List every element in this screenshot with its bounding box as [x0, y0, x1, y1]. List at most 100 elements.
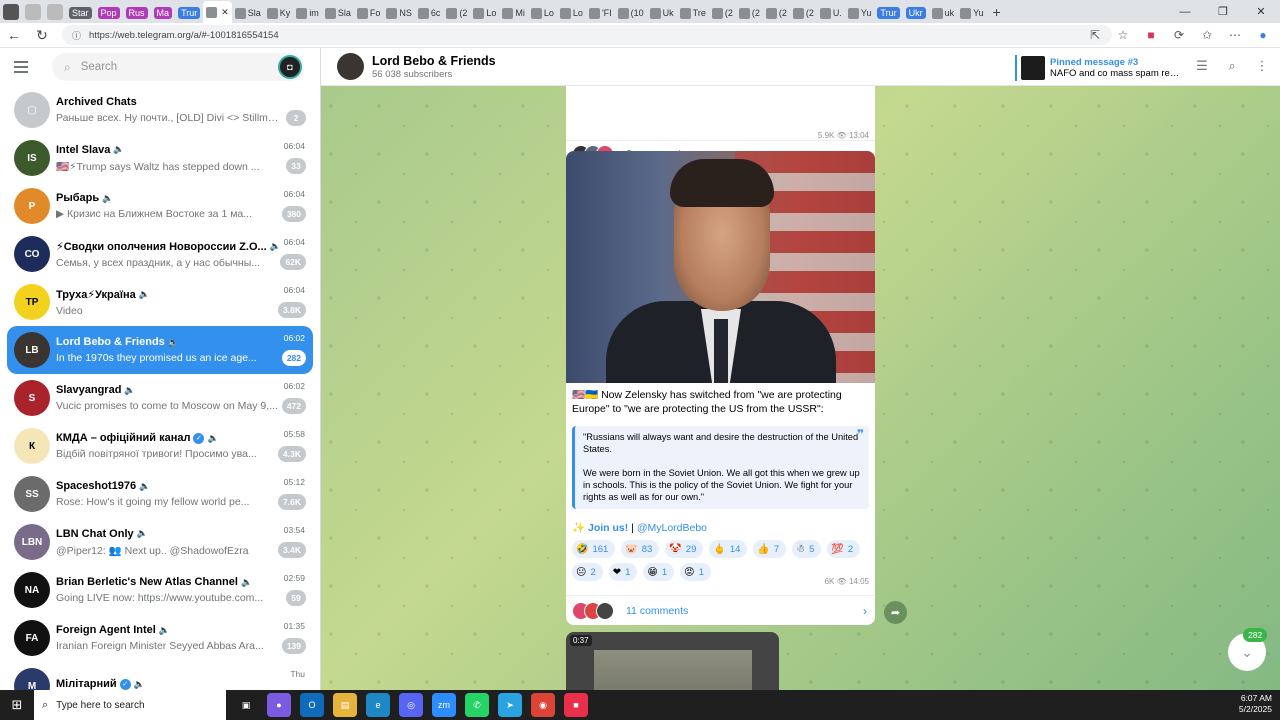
chat-list-item[interactable]: К КМДА – офіційний канал ✓ 🔈 Відбій повітрян… [7, 422, 313, 470]
app-icon[interactable]: ■ [564, 693, 588, 717]
browser-tab[interactable]: Sla [232, 3, 264, 23]
browser-tab[interactable]: Pop [95, 3, 123, 23]
telegram-icon[interactable]: ➤ [498, 693, 522, 717]
menu-icon[interactable] [14, 57, 36, 77]
close-tab-icon[interactable]: ✕ [221, 7, 229, 18]
browser-tab[interactable]: Fo [354, 3, 384, 23]
url-field[interactable]: ⓘ https://web.telegram.org/a/#-100181655… [62, 25, 1112, 45]
reaction-chip[interactable]: 👍 7 [753, 540, 787, 558]
chat-list-item[interactable]: SS Spaceshot1976 🔈 Rose: How's it going my … [7, 470, 313, 518]
chat-list-item[interactable]: NA Brian Berletic's New Atlas Channel 🔈 Goi… [7, 566, 313, 614]
chat-list-item[interactable]: ТР Труха⚡Україна 🔈 Video 06:04 3.8K [7, 278, 313, 326]
browser-tab[interactable]: (2 [736, 3, 763, 23]
site-info-icon[interactable]: ⓘ [72, 29, 81, 42]
copilot-app-icon[interactable]: ● [267, 693, 291, 717]
browser-tab[interactable]: ✕ [203, 1, 232, 23]
browser-tab[interactable]: (2 [763, 3, 790, 23]
browser-tab[interactable]: im [293, 3, 322, 23]
file-explorer-icon[interactable]: ▤ [333, 693, 357, 717]
reaction-chip[interactable]: 💯 2 [827, 540, 861, 558]
chat-list-item[interactable]: LB Lord Bebo & Friends 🔈 In the 1970s they … [7, 326, 313, 374]
browser-tab[interactable]: 6c [415, 3, 444, 23]
back-icon[interactable]: ← [0, 23, 28, 47]
channel-avatar[interactable] [337, 53, 364, 80]
reload-icon[interactable]: ↻ [28, 23, 56, 47]
browser-tab[interactable]: Lo [528, 3, 557, 23]
outlook-icon[interactable]: O [300, 693, 324, 717]
browser-tab[interactable]: Ky [264, 3, 294, 23]
browser-tab[interactable]: Uk [647, 3, 677, 23]
chat-list-item[interactable]: ▢ Archived Chats Раньше всех. Ну почти., [… [7, 86, 313, 134]
windows-start-icon[interactable]: ⊞ [0, 690, 34, 720]
more-icon[interactable]: ⋯ [1226, 26, 1244, 44]
reaction-chip[interactable]: 🤣 161 [572, 540, 616, 558]
post-photo[interactable] [566, 151, 875, 383]
reaction-chip[interactable]: 😡 1 [680, 563, 711, 581]
chat-list-item[interactable]: Р Рыбарь 🔈 ▶ Кризис на Ближнем Востоке за 1… [7, 182, 313, 230]
open-in-app-icon[interactable]: ⇱ [1086, 26, 1104, 44]
browser-tab[interactable]: Sla [322, 3, 354, 23]
chat-list-item[interactable]: LBN LBN Chat Only 🔈 @Piper12: 👥 Next up.. @… [7, 518, 313, 566]
favorites-icon[interactable]: ✩ [1198, 26, 1216, 44]
browser-tab[interactable]: Ukr [903, 3, 929, 23]
pinned-message-bar[interactable]: Pinned message #3 NAFO and co mass spam … [1015, 55, 1180, 81]
browser-tab[interactable]: (10 [615, 3, 647, 23]
video-post[interactable]: 0:37 [566, 632, 779, 690]
browser-tab[interactable]: NS [383, 3, 415, 23]
pinned-list-icon[interactable]: ☰ [1194, 57, 1210, 75]
handle-link[interactable]: @MyLordBebo [637, 522, 707, 534]
story-avatar-icon[interactable]: ◘ [278, 55, 302, 79]
whatsapp-icon[interactable]: ✆ [465, 693, 489, 717]
chat-list-item[interactable]: S Slavyangrad 🔈 Vucic promises to come to M… [7, 374, 313, 422]
reaction-chip[interactable]: ☃ 5 [792, 540, 822, 558]
discord-icon[interactable]: ◎ [399, 693, 423, 717]
search-input[interactable]: ⌕ Search ◘ [52, 53, 304, 81]
new-tab-button[interactable]: + [987, 4, 1007, 20]
reaction-chip[interactable]: 😐 2 [572, 563, 603, 581]
browser-tab[interactable]: Trur [175, 3, 203, 23]
minimize-icon[interactable]: — [1166, 0, 1204, 23]
browser-tab[interactable]: Lo [557, 3, 586, 23]
task-view-icon[interactable]: ▣ [234, 693, 258, 717]
browser-tab[interactable]: Tre [677, 3, 709, 23]
chrome-icon[interactable]: ◉ [531, 693, 555, 717]
browser-tab[interactable]: (2 [709, 3, 736, 23]
browser-tab[interactable]: Yu [845, 3, 875, 23]
browser-tab[interactable]: 'FI [586, 3, 615, 23]
comments-link[interactable]: 11 comments › [566, 595, 875, 625]
chat-list-item[interactable]: М Мілітарний ✓ 🔈 Thu [7, 662, 313, 690]
browser-tab[interactable]: (2 [790, 3, 817, 23]
workspaces-icon[interactable] [25, 3, 41, 20]
reaction-chip[interactable]: 🐷 83 [621, 540, 660, 558]
reaction-chip[interactable]: ❤ 1 [608, 563, 638, 581]
browser-tab[interactable]: Star [66, 3, 95, 23]
chat-list-item[interactable]: СО ⚡Сводки ополчения Новороссии Z.O... 🔈 Се… [7, 230, 313, 278]
join-link[interactable]: Join us! [588, 522, 628, 534]
extension-icon[interactable]: ■ [1142, 26, 1160, 44]
browser-tab[interactable]: (2 [443, 3, 470, 23]
browser-tab[interactable]: Yu [957, 3, 987, 23]
reaction-chip[interactable]: 🤡 29 [665, 540, 704, 558]
edge-icon[interactable]: e [366, 693, 390, 717]
favorite-star-icon[interactable]: ☆ [1114, 26, 1132, 44]
taskbar-search-input[interactable]: ⌕ Type here to search [34, 690, 226, 720]
chat-list-item[interactable]: FA Foreign Agent Intel 🔈 Iranian Foreign Mi… [7, 614, 313, 662]
maximize-icon[interactable]: ❐ [1204, 0, 1242, 23]
browser-tab[interactable]: uk [929, 3, 958, 23]
refresh-extension-icon[interactable]: ⟳ [1170, 26, 1188, 44]
share-icon[interactable]: ➦ [884, 601, 907, 624]
more-options-icon[interactable]: ⋮ [1254, 57, 1270, 75]
browser-profile-icon[interactable] [3, 3, 19, 20]
channel-title[interactable]: Lord Bebo & Friends [372, 54, 496, 68]
tab-actions-icon[interactable] [47, 3, 63, 20]
browser-tab[interactable]: U. [817, 3, 845, 23]
browser-tab[interactable]: Ma [151, 3, 176, 23]
browser-tab[interactable]: Lo [470, 3, 499, 23]
close-window-icon[interactable]: ✕ [1242, 0, 1280, 23]
copilot-icon[interactable]: ● [1254, 26, 1272, 44]
system-clock[interactable]: 6:07 AM 5/2/2025 [1239, 693, 1272, 715]
reaction-chip[interactable]: 🖕 14 [709, 540, 748, 558]
browser-tab[interactable]: Trur [874, 3, 902, 23]
search-chat-icon[interactable]: ⌕ [1224, 57, 1240, 75]
browser-tab[interactable]: Mi [499, 3, 528, 23]
